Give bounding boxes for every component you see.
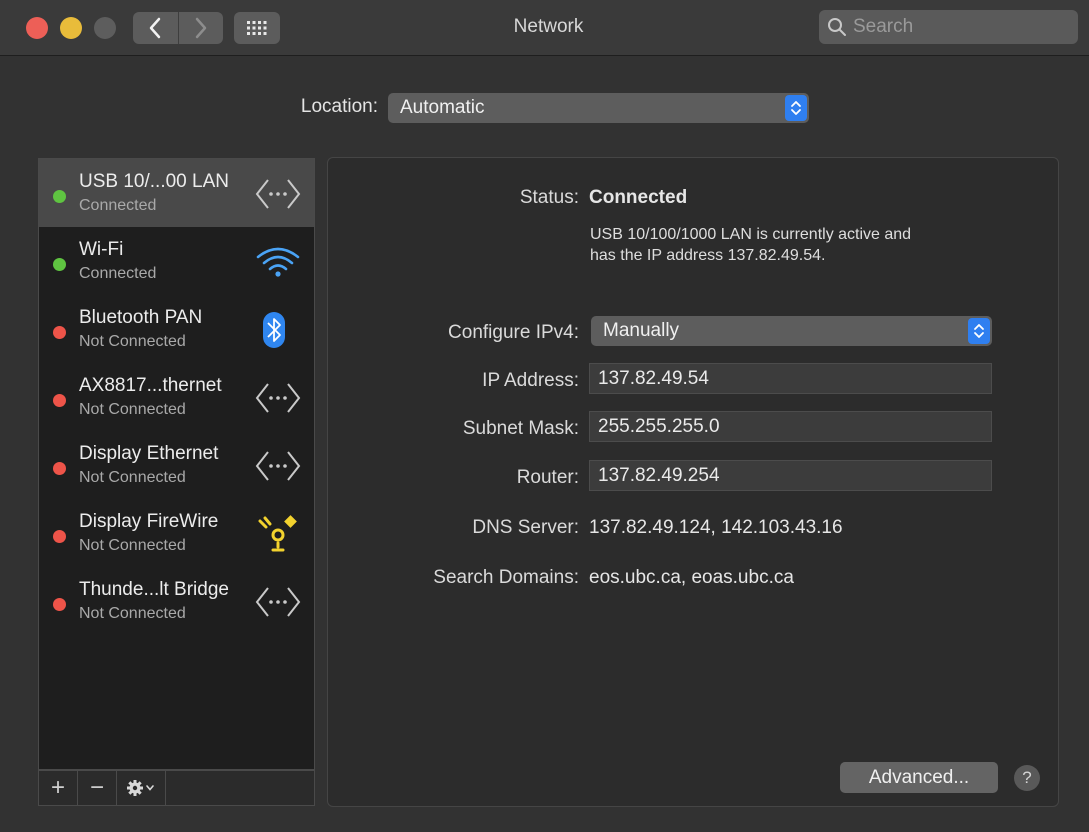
service-item-wifi[interactable]: Wi-Fi Connected [39,227,314,295]
service-list: USB 10/...00 LAN Connected Wi-Fi Connect… [38,158,315,770]
ip-address-label: IP Address: [482,370,579,391]
status-dot [53,326,66,339]
service-status: Connected [79,265,157,282]
ip-address-field[interactable]: 137.82.49.54 [589,363,992,394]
service-status: Not Connected [79,469,186,486]
dns-server-value: 137.82.49.124, 142.103.43.16 [589,517,843,538]
service-item-thunderbolt-bridge[interactable]: Thunde...lt Bridge Not Connected [39,567,314,635]
popup-stepper-icon [785,95,807,121]
help-button[interactable]: ? [1014,765,1040,791]
service-item-ax8817-ethernet[interactable]: AX8817...thernet Not Connected [39,363,314,431]
router-label: Router: [516,467,579,488]
ethernet-icon [255,587,301,617]
status-value: Connected [589,187,688,208]
title-bar: Network Search [0,0,1089,56]
service-name: USB 10/...00 LAN [79,171,229,192]
status-dot [53,394,66,407]
add-service-button[interactable]: + [39,771,78,805]
popup-stepper-icon [968,318,990,344]
action-menu-button[interactable] [117,771,166,805]
status-label: Status: [519,187,579,208]
location-value: Automatic [400,97,485,118]
service-status: Connected [79,197,157,214]
status-dot [53,530,66,543]
status-dot [53,190,66,203]
status-dot [53,258,66,271]
search-placeholder: Search [853,16,914,37]
location-label: Location: [300,96,378,117]
configure-ipv4-label: Configure IPv4: [448,322,579,343]
service-name: AX8817...thernet [79,375,222,396]
dns-server-label: DNS Server: [472,517,579,538]
search-field[interactable]: Search [819,10,1078,44]
service-name: Wi-Fi [79,239,124,260]
service-name: Bluetooth PAN [79,307,203,328]
wifi-icon [256,247,300,277]
service-status: Not Connected [79,401,186,418]
service-status: Not Connected [79,605,186,622]
firewire-icon [258,515,297,552]
service-status: Not Connected [79,333,186,350]
status-dot [53,598,66,611]
location-popup[interactable]: Automatic [388,93,809,123]
service-name: Display Ethernet [79,443,219,464]
service-name: Display FireWire [79,511,219,532]
advanced-button[interactable]: Advanced... [840,762,998,793]
configure-ipv4-value: Manually [603,320,680,341]
remove-service-button[interactable]: − [78,771,117,805]
service-status: Not Connected [79,537,186,554]
service-item-display-firewire[interactable]: Display FireWire Not Connected [39,499,314,567]
service-item-bluetooth-pan[interactable]: Bluetooth PAN Not Connected [39,295,314,363]
service-name: Thunde...lt Bridge [79,579,229,600]
subnet-mask-field[interactable]: 255.255.255.0 [589,411,992,442]
router-field[interactable]: 137.82.49.254 [589,460,992,491]
search-icon [828,18,846,36]
ethernet-icon [255,179,301,209]
ethernet-icon [255,451,301,481]
service-item-usb-lan[interactable]: USB 10/...00 LAN Connected [39,159,314,227]
service-toolbar: + − [38,770,315,806]
search-domains-label: Search Domains: [433,567,579,588]
gear-icon [127,780,154,796]
status-note-line-1: USB 10/100/1000 LAN is currently active … [590,226,912,243]
bluetooth-icon [263,312,285,348]
service-item-display-ethernet[interactable]: Display Ethernet Not Connected [39,431,314,499]
configure-ipv4-popup[interactable]: Manually [591,316,992,346]
ethernet-icon [255,383,301,413]
status-dot [53,462,66,475]
subnet-mask-label: Subnet Mask: [462,418,579,439]
search-domains-value: eos.ubc.ca, eoas.ubc.ca [589,567,794,588]
status-note-line-2: has the IP address 137.82.49.54. [590,247,826,264]
